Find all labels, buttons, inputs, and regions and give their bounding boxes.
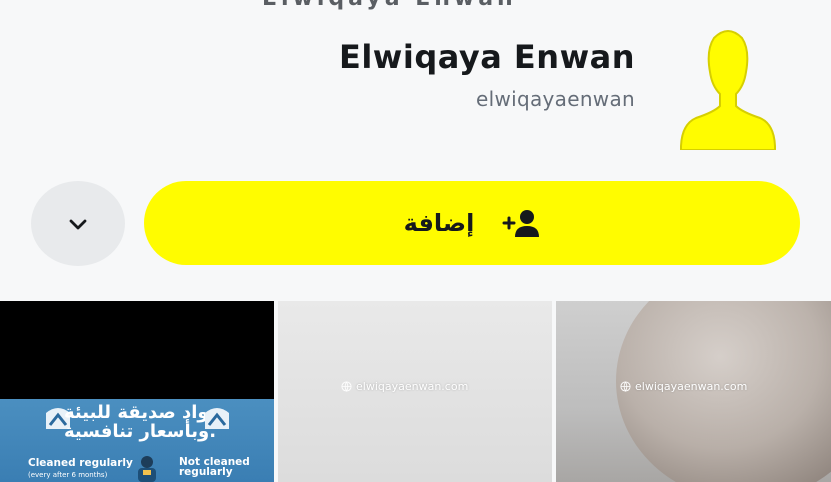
story-grid: مواد صديقة للبيئة وبأسعار تنافسية. Clean… [0,301,831,482]
not-cleaned-label: Not cleaned regularly [179,456,250,478]
watermark-text: elwiqayaenwan.com [356,380,469,393]
globe-icon [620,381,631,392]
ad-arabic-line-1: مواد صديقة للبيئة [64,402,220,423]
cleaned-note: (every after 6 months) [28,471,108,479]
add-friend-button[interactable]: إضافة [144,181,800,265]
watermark: elwiqayaenwan.com [341,380,468,393]
worker-illustration-icon [138,456,156,482]
page-title-cut: Elwiqaya Enwan [262,0,517,11]
story-tile-3[interactable]: elwiqayaenwan.com [556,301,831,482]
watermark: elwiqayaenwan.com [620,380,747,393]
avatar[interactable] [680,20,776,150]
story-tile-2[interactable]: elwiqayaenwan.com [278,301,552,482]
company-logo-icon [205,408,229,429]
add-friend-label: إضافة [403,209,475,237]
display-name: Elwiqaya Enwan [338,38,635,76]
story-tile-1[interactable]: مواد صديقة للبيئة وبأسعار تنافسية. Clean… [0,301,274,482]
cleaned-label: Cleaned regularly [28,457,133,469]
add-friend-icon [500,208,540,238]
ghost-avatar-icon [680,30,776,150]
globe-icon [341,381,352,392]
username: elwiqayaenwan [476,87,635,111]
more-options-button[interactable] [31,181,125,266]
ad-panel: مواد صديقة للبيئة وبأسعار تنافسية. Clean… [0,399,274,482]
chevron-down-icon [69,219,87,229]
ad-arabic-line-2: وبأسعار تنافسية. [64,421,217,442]
watermark-text: elwiqayaenwan.com [635,380,748,393]
